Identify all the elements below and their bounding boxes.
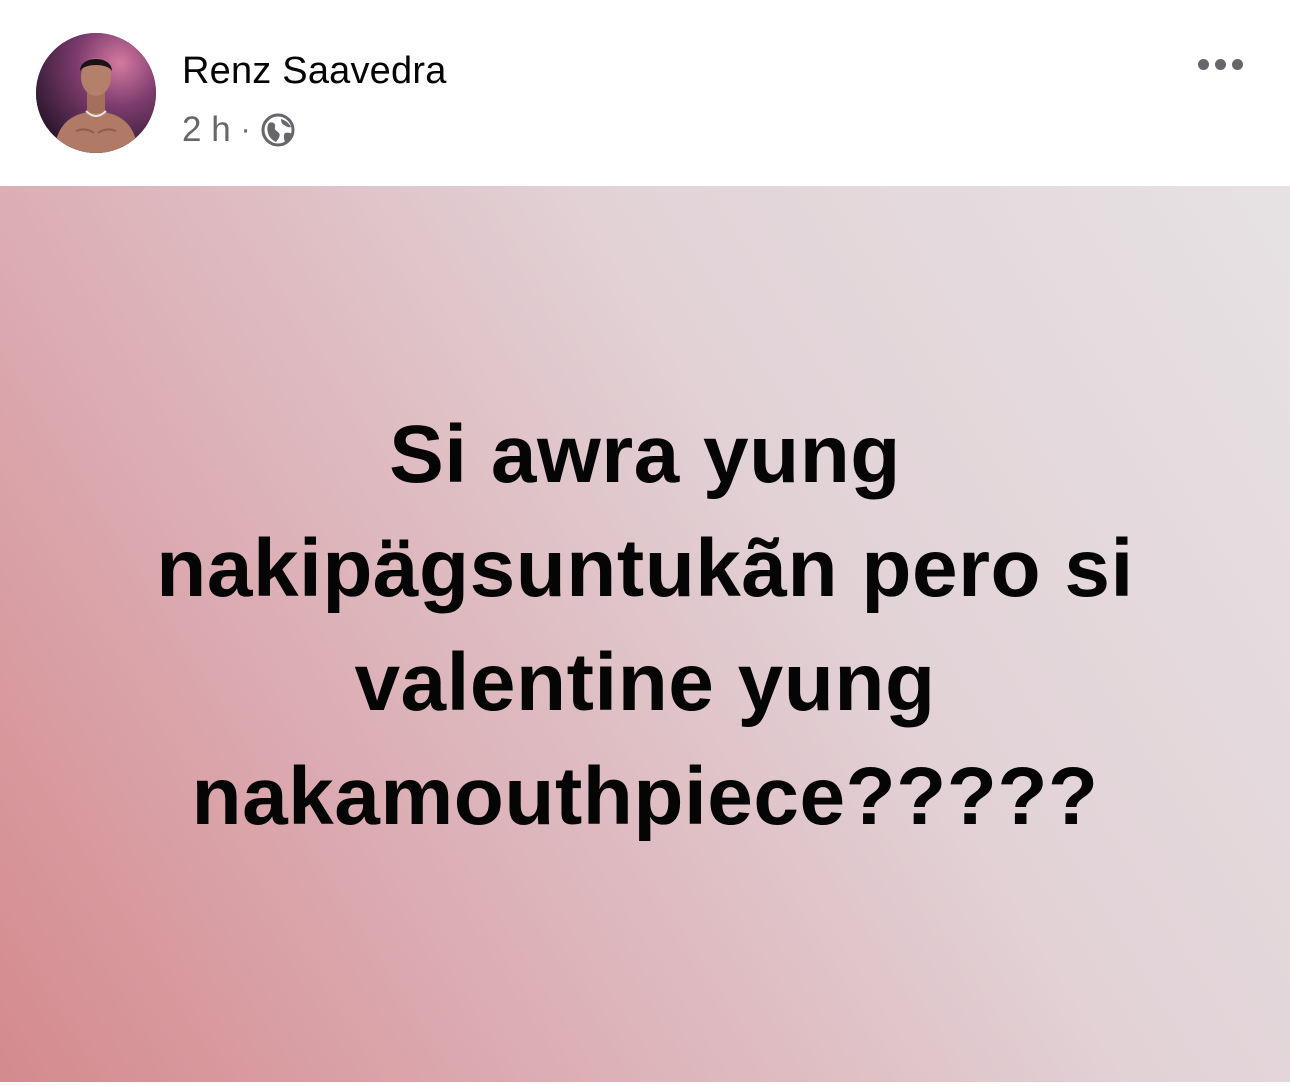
post-status-background[interactable]: Si awra yung nakipägsuntukãn pero si val… — [0, 186, 1290, 1082]
post-timestamp[interactable]: 2 h — [182, 110, 231, 150]
author-avatar[interactable] — [36, 33, 156, 153]
globe-icon[interactable] — [259, 111, 297, 149]
post-header: Renz Saavedra 2 h · — [0, 0, 1290, 186]
more-options-icon[interactable] — [1190, 48, 1250, 80]
post-meta: 2 h · — [182, 108, 297, 152]
post-bottom-edge — [0, 1082, 1290, 1086]
author-name[interactable]: Renz Saavedra — [182, 50, 447, 93]
more-dot — [1197, 58, 1209, 70]
more-dot — [1214, 58, 1226, 70]
avatar-image — [36, 33, 156, 153]
more-dot — [1231, 58, 1243, 70]
post-status-text: Si awra yung nakipägsuntukãn pero si val… — [156, 409, 1134, 842]
post-card: Renz Saavedra 2 h · Si awra yung nakipäg… — [0, 0, 1290, 1086]
meta-separator: · — [240, 113, 251, 146]
